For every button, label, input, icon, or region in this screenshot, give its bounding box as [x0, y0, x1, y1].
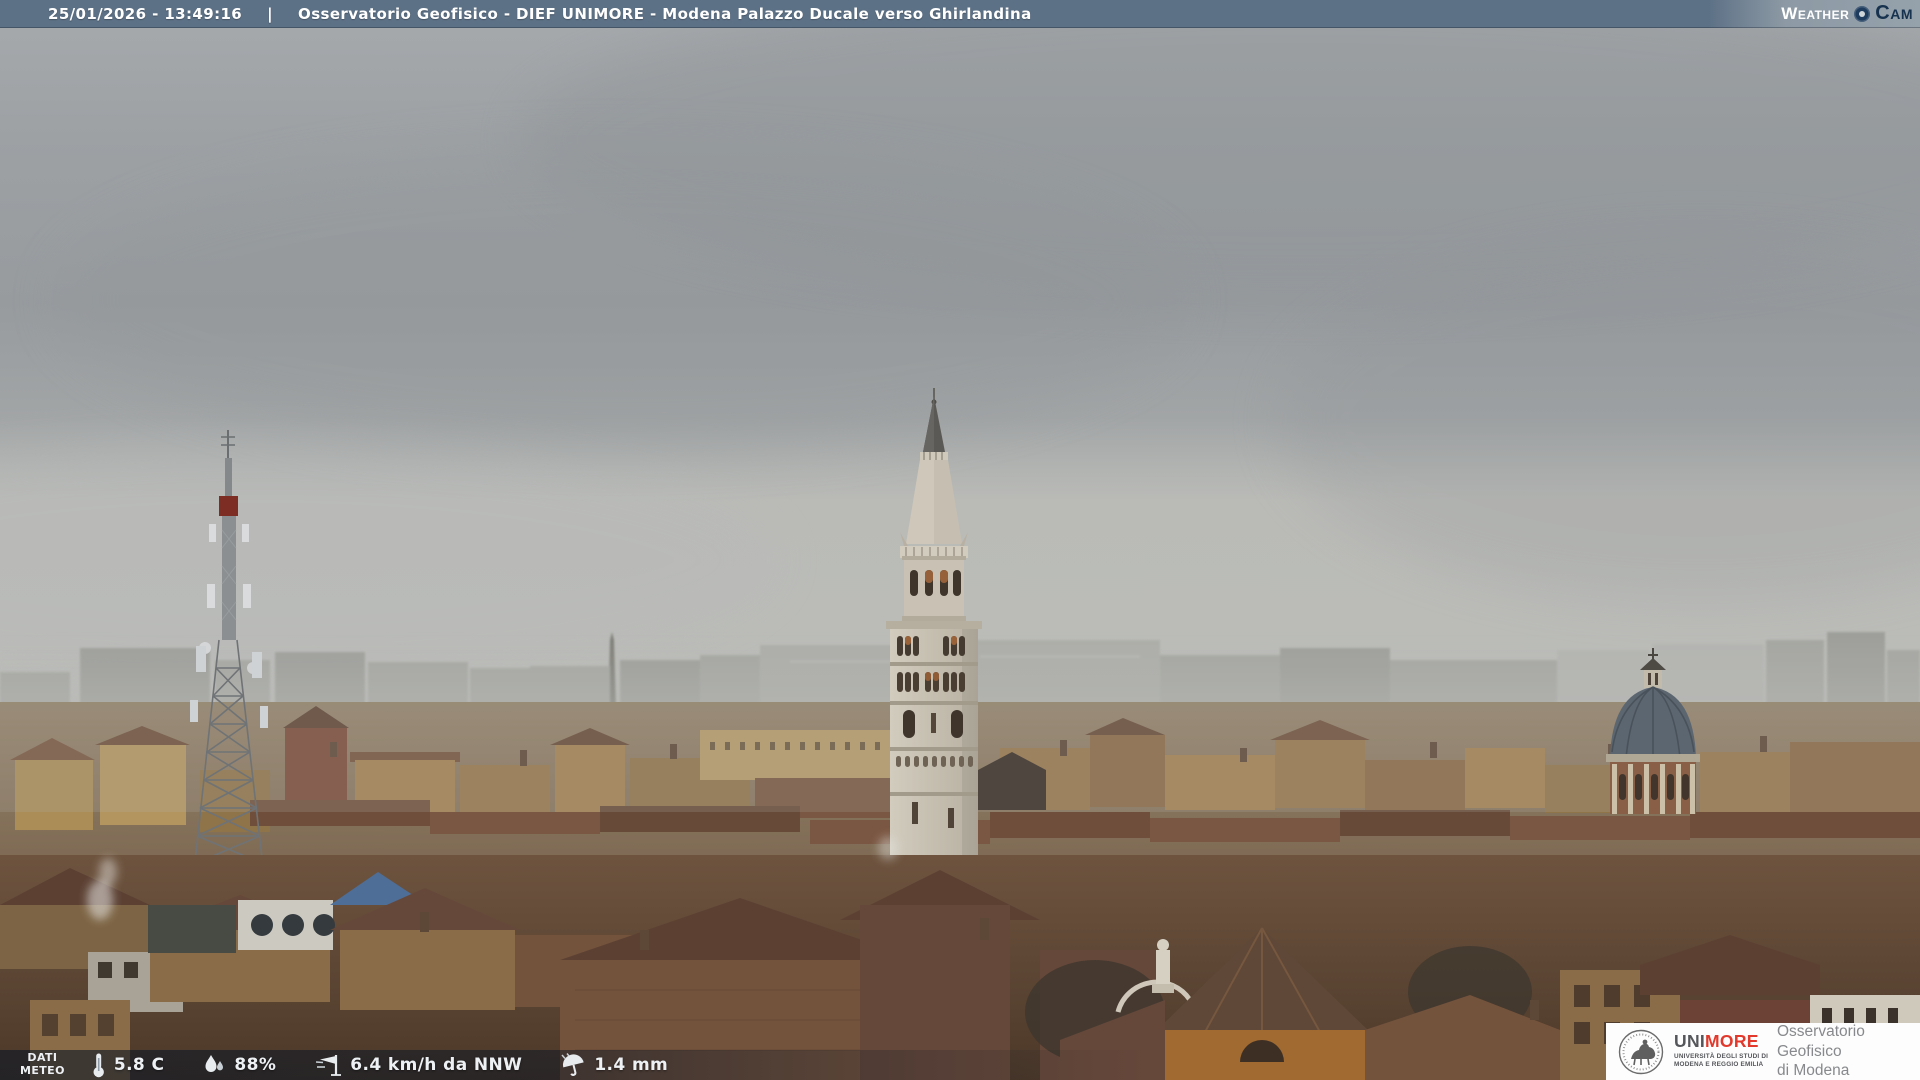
observatory-name-line2: di Modena	[1777, 1062, 1850, 1080]
camera-lens-icon	[1854, 5, 1871, 22]
observatory-name: Osservatorio Geofisico di Modena	[1777, 1022, 1920, 1080]
humidity-icon	[205, 1055, 224, 1072]
wind-flag-icon	[316, 1055, 342, 1076]
weathercam-word1: Weather	[1781, 3, 1850, 23]
university-name: UNIVERSITÀ DEGLI STUDI DI MODENA E REGGI…	[1674, 1053, 1771, 1070]
umbrella-icon	[561, 1053, 584, 1076]
weathercam-word2: Cam	[1875, 2, 1913, 24]
separator: |	[267, 4, 274, 23]
meteo-label-line2: METEO	[20, 1064, 65, 1077]
rain-value: 1.4 mm	[594, 1055, 669, 1075]
university-name-line1: UNIVERSITÀ DEGLI STUDI DI	[1674, 1052, 1769, 1060]
humidity-value: 88%	[234, 1055, 277, 1075]
rain-readout: 1.4 mm	[560, 1053, 668, 1077]
humidity-readout: 88%	[202, 1053, 276, 1077]
unimore-acronym-red: MORE	[1705, 1031, 1759, 1052]
header-bar: 25/01/2026 - 13:49:16 | Osservatorio Geo…	[0, 0, 1920, 28]
unimore-wordmark: UNIMORE UNIVERSITÀ DEGLI STUDI DI MODENA…	[1674, 1033, 1771, 1069]
thermometer-icon	[93, 1053, 104, 1078]
temperature-readout: 5.8 C	[91, 1052, 165, 1078]
datetime: 25/01/2026 - 13:49:16	[48, 4, 243, 23]
unimore-branding: UNIMORE UNIVERSITÀ DEGLI STUDI DI MODENA…	[1606, 1023, 1920, 1080]
meteo-label: DATI METEO	[20, 1052, 65, 1077]
webcam-view: .s1{fill:#a3a49f}.s2{fill:#9b9c97}.s3{fi…	[0, 0, 1920, 1080]
wind-value: 6.4 km/h da NNW	[350, 1055, 523, 1075]
wind-readout: 6.4 km/h da NNW	[314, 1053, 522, 1077]
weathercam-watermark: Weather Cam	[1781, 0, 1913, 27]
university-name-line2: MODENA E REGGIO EMILIA	[1674, 1061, 1764, 1069]
city-panorama: .s1{fill:#a3a49f}.s2{fill:#9b9c97}.s3{fi…	[0, 0, 1920, 1080]
temperature-value: 5.8 C	[113, 1055, 165, 1075]
page-title: Osservatorio Geofisico - DIEF UNIMORE - …	[298, 4, 1032, 23]
unimore-seal-icon	[1618, 1029, 1664, 1074]
unimore-acronym-gray: UNI	[1674, 1031, 1706, 1052]
observatory-name-line1: Osservatorio Geofisico	[1777, 1023, 1865, 1060]
